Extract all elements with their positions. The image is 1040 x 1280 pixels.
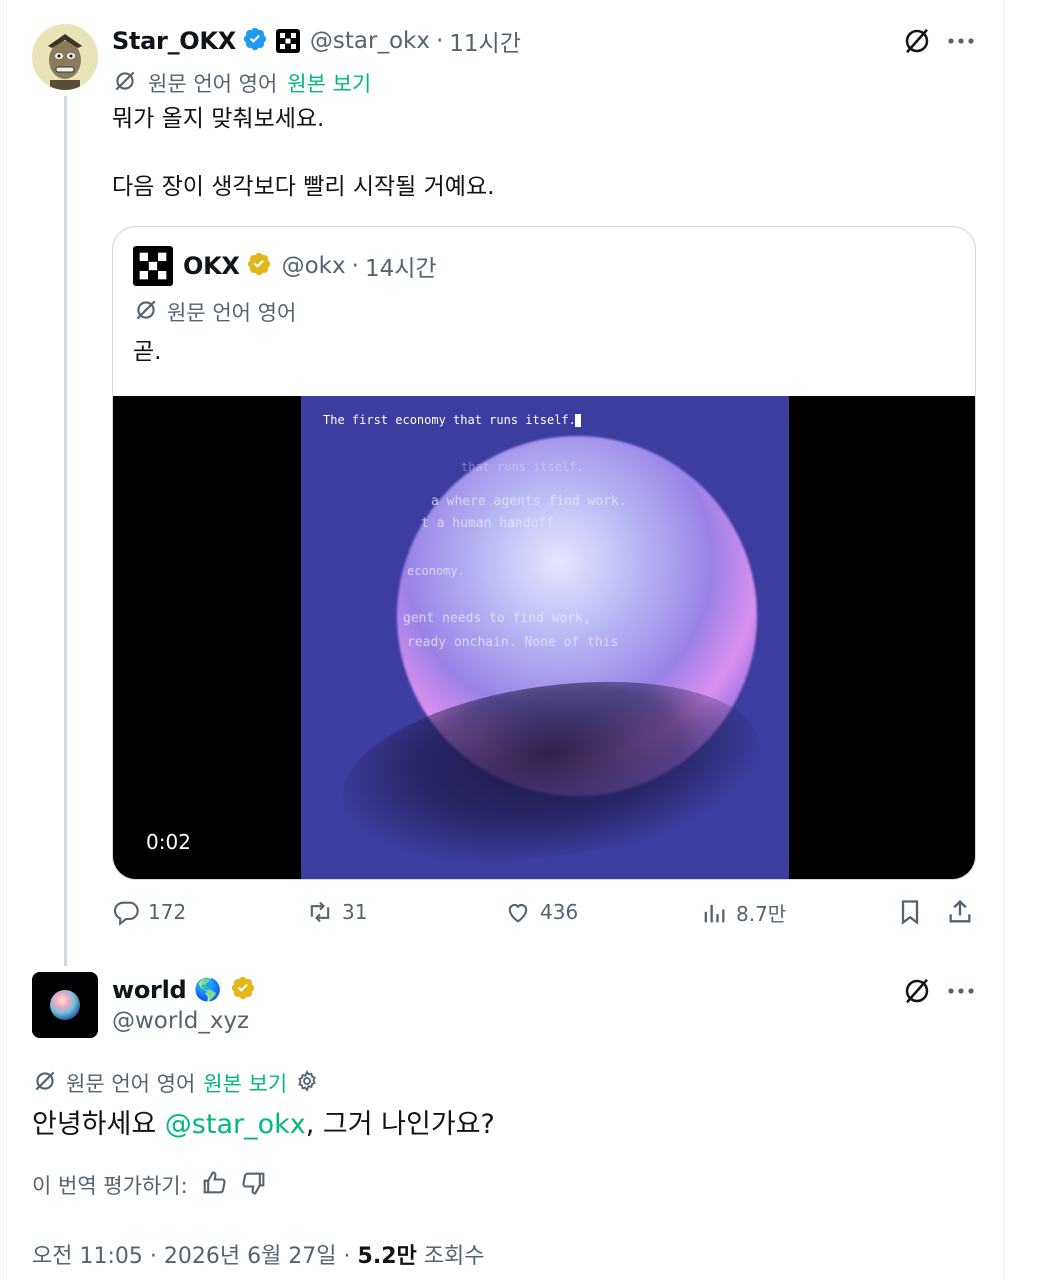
separator-dot: · [435, 28, 444, 54]
grok-icon[interactable] [900, 974, 934, 1008]
video-overlay-line: that runs itself. [461, 460, 584, 474]
reply-author-name[interactable]: world [112, 976, 187, 1004]
tweet-view-label: 조회수 [416, 1244, 485, 1269]
like-button[interactable]: 436 [504, 898, 578, 926]
video-player[interactable]: The first economy that runs itself. that… [113, 396, 975, 879]
okx-affiliate-icon[interactable] [275, 29, 300, 53]
reply-text-pre: 안녕하세요 [32, 1109, 165, 1140]
reply-text-post: , 그거 나인가요? [305, 1109, 495, 1140]
main-tweet-text-line1: 뭐가 올지 맞춰보세요. [112, 106, 325, 132]
video-overlay-line: a where agents find work. [431, 494, 627, 509]
video-overlay-line: gent needs to find work, [403, 611, 591, 626]
retweet-icon [310, 901, 330, 923]
rate-translation-row: 이 번역 평가하기: [32, 1168, 268, 1202]
quoted-tweet-text: 곧. [133, 339, 162, 365]
translate-icon [133, 297, 159, 328]
quoted-tweet-card[interactable]: OKX @okx · 14시간 원문 언어 영어 곧. The first ec… [112, 226, 976, 880]
like-count: 436 [540, 900, 579, 924]
analytics-icon [704, 904, 725, 922]
okx-avatar[interactable] [133, 246, 173, 286]
reply-translation-label: 원문 언어 영어 [66, 1072, 196, 1096]
tweet-view-count: 5.2만 [357, 1244, 417, 1269]
more-options-icon[interactable] [944, 974, 978, 1008]
share-icon [949, 899, 971, 923]
view-count: 8.7만 [736, 902, 787, 926]
heart-icon [508, 904, 528, 923]
show-original-link[interactable]: 원본 보기 [287, 68, 371, 98]
mention-link[interactable]: @star_okx [165, 1109, 306, 1140]
main-tweet-text-line2: 다음 장이 생각보다 빨리 시작될 거예요. [112, 174, 495, 200]
tweet-meta-row: 오전 11:05 · 2026년 6월 27일 · 5.2만 조회수 [32, 1238, 484, 1270]
reply-translation-row: 원문 언어 영어 원본 보기 [32, 1068, 319, 1098]
retweet-count: 31 [342, 900, 368, 924]
show-original-link[interactable]: 원본 보기 [203, 1068, 287, 1098]
verified-badge-icon [242, 26, 268, 56]
avatar-star-okx[interactable] [32, 24, 98, 90]
views-button[interactable]: 8.7만 [700, 898, 786, 927]
thread-connector-line [64, 96, 67, 966]
share-button[interactable] [946, 898, 974, 926]
verified-gold-badge-icon [230, 975, 256, 1005]
bookmark-button[interactable] [896, 898, 924, 926]
retweet-button[interactable]: 31 [306, 898, 367, 926]
tweet-timestamp[interactable]: 오전 11:05 · 2026년 6월 27일 · [32, 1244, 358, 1269]
quoted-tweet-header: OKX @okx · 14시간 [133, 246, 437, 286]
video-duration: 0:02 [146, 830, 191, 854]
main-tweet-header: Star_OKX @star_okx · 11시간 [112, 24, 521, 58]
quoted-author-handle: @okx [281, 253, 346, 279]
video-caption: The first economy that runs itself. [323, 413, 576, 427]
quoted-translation-row: 원문 언어 영어 [133, 297, 296, 327]
video-overlay-line: economy. [407, 564, 465, 578]
reply-count: 172 [148, 900, 187, 924]
verified-gold-badge-icon [246, 251, 272, 281]
globe-emoji: 🌎 [194, 977, 222, 1003]
quoted-author-name: OKX [183, 252, 240, 280]
translation-row: 원문 언어 영어 원본 보기 [112, 68, 371, 98]
video-frame: The first economy that runs itself. that… [301, 396, 789, 879]
thumbs-up-icon[interactable] [200, 1169, 228, 1202]
video-overlay-line: ready onchain. None of this [407, 635, 619, 650]
translate-icon [32, 1068, 58, 1099]
settings-gear-icon[interactable] [295, 1069, 319, 1098]
reply-icon [113, 901, 139, 926]
reply-header: world 🌎 [112, 972, 256, 1008]
avatar-world[interactable] [32, 972, 98, 1038]
cursor-block [575, 414, 581, 427]
quoted-tweet-time: 14시간 [364, 256, 437, 282]
separator-dot: · [351, 253, 359, 279]
video-overlay-line: t a human handoff. [421, 516, 562, 531]
bookmark-icon [901, 900, 919, 925]
translation-language-label: 원문 언어 영어 [148, 72, 278, 96]
rate-translation-label: 이 번역 평가하기: [32, 1174, 188, 1198]
more-options-icon[interactable] [944, 24, 978, 58]
quoted-translation-label: 원문 언어 영어 [167, 301, 297, 325]
author-name[interactable]: Star_OKX [112, 27, 236, 55]
reply-author-handle[interactable]: @world_xyz [112, 1008, 249, 1034]
translate-icon [112, 68, 138, 99]
reply-text: 안녕하세요 @star_okx, 그거 나인가요? [32, 1106, 495, 1144]
tweet-time[interactable]: 11시간 [449, 24, 521, 58]
grok-icon[interactable] [900, 24, 934, 58]
thumbs-down-icon[interactable] [240, 1169, 268, 1202]
author-handle[interactable]: @star_okx [310, 28, 430, 54]
reply-button[interactable]: 172 [112, 898, 186, 926]
